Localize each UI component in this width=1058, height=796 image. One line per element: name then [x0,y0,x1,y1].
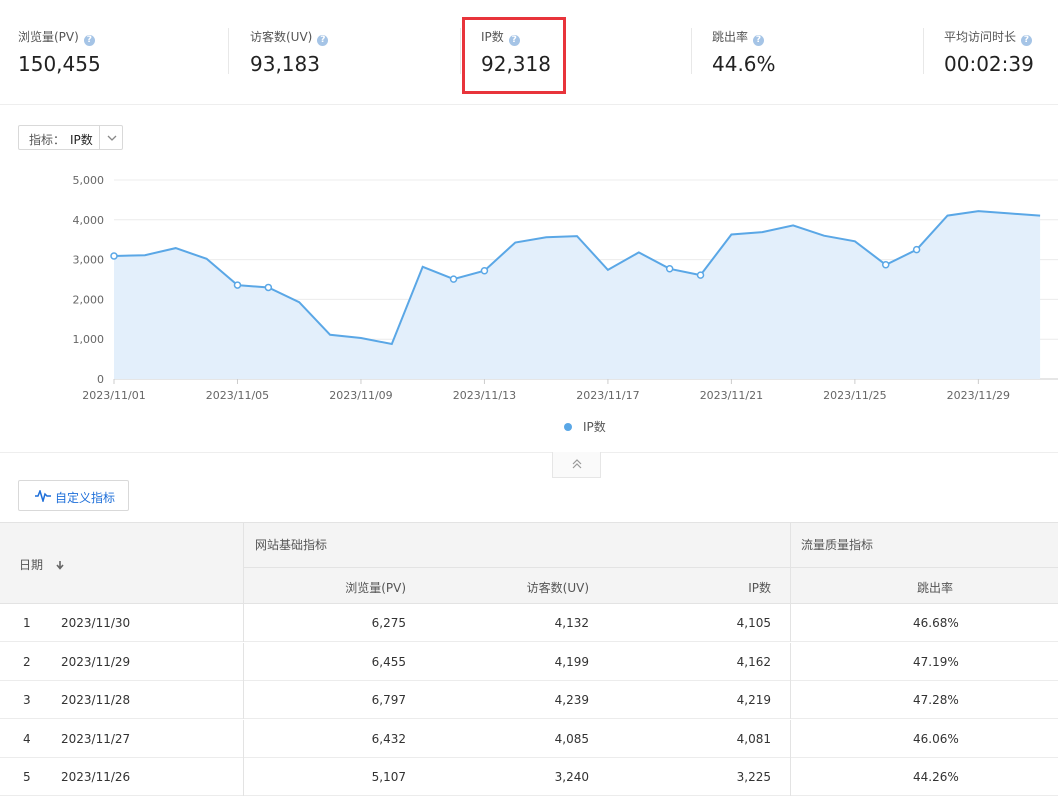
ip-trend-chart: 0 1,000 2,000 3,000 4,000 5,000 2023/11/01 2023… [73,174,1058,434]
y-tick-label: 5,000 [73,174,105,187]
row-date: 2023/11/26 [61,770,131,784]
x-tick-label: 2023/11/29 [947,389,1010,402]
double-chevron-up-icon [572,459,582,469]
y-tick-label: 1,000 [73,333,105,346]
col-ip-header[interactable]: IP数 [748,579,771,596]
data-point[interactable] [480,266,489,275]
row-bounce: 47.28% [913,693,959,707]
help-icon[interactable]: ? [753,35,765,46]
row-pv: 5,107 [371,770,406,784]
data-point[interactable] [449,275,458,283]
data-point[interactable] [912,245,921,254]
row-uv: 4,132 [554,616,589,630]
row-ip: 4,219 [736,693,771,707]
row-pv: 6,432 [371,731,406,746]
metric-selector[interactable]: 指标： IP数 [18,125,123,150]
row-bounce: 47.19% [913,654,959,669]
row-index: 3 [23,693,31,707]
table-row: 2 2023/11/29 6,455 4,199 4,162 47.19% [0,642,1058,681]
y-tick-label: 4,000 [73,214,105,227]
row-date: 2023/11/28 [61,693,131,707]
row-bounce: 44.26% [913,770,959,784]
metric-value: 93,183 [250,52,320,76]
x-tick-label: 2023/11/01 [82,389,145,402]
dropdown-toggle[interactable] [99,126,124,149]
col-bounce-header[interactable]: 跳出率 [917,579,953,596]
metric-value: 150,455 [18,52,101,76]
row-date: 2023/11/27 [61,731,131,746]
metric-value: 00:02:39 [944,52,1034,76]
data-point[interactable] [882,261,890,269]
y-tick-label: 2,000 [73,293,105,306]
row-bounce: 46.06% [913,731,959,746]
x-tick-label: 2023/11/25 [823,389,886,402]
date-header-label: 日期 [19,558,44,572]
row-pv: 6,275 [371,616,406,630]
selector-label: 指标： [29,133,66,147]
divider [691,28,692,74]
row-pv: 6,455 [371,654,406,669]
data-point[interactable] [233,281,242,289]
data-point[interactable] [665,265,674,273]
x-tick-label: 2023/11/13 [453,389,516,402]
table-row: 1 2023/11/30 6,275 4,132 4,105 46.68% [0,604,1058,642]
table-row: 5 2023/11/26 5,107 3,240 3,225 44.26% [0,758,1058,796]
table-row: 3 2023/11/28 6,797 4,239 4,219 47.28% [0,681,1058,719]
row-index: 1 [23,616,31,630]
custom-metrics-label: 自定义指标 [55,491,116,505]
row-bounce: 46.68% [913,616,959,630]
x-tick-label: 2023/11/21 [700,389,763,402]
highlight-box [462,17,566,94]
group-basic-metrics: 网站基础指标 [255,538,328,552]
x-tick-label: 2023/11/09 [329,389,392,402]
help-icon[interactable]: ? [1021,35,1033,46]
legend-label[interactable]: IP数 [583,419,606,434]
separator [0,452,1058,453]
legend-marker[interactable] [564,423,572,431]
table-row: 4 2023/11/27 6,432 4,085 4,081 46.06% [0,719,1058,758]
chevron-down-icon [107,135,117,141]
sort-down-icon[interactable] [55,560,65,570]
help-icon[interactable]: ? [317,35,329,46]
row-ip: 4,162 [736,654,771,669]
selector-value: IP数 [70,133,93,147]
divider [923,28,924,74]
y-tick-label: 3,000 [73,254,105,267]
date-header[interactable]: 日期 [19,556,65,573]
help-icon[interactable]: ? [83,35,95,46]
col-uv-header[interactable]: 访客数(UV) [527,579,589,596]
row-ip: 4,081 [736,731,771,746]
data-table: 日期 网站基础指标 流量质量指标 浏览量(PV) 访客数(UV) IP数 跳出率… [0,522,1058,796]
row-index: 2 [23,654,31,669]
divider [228,28,229,74]
collapse-chart-button[interactable] [552,452,601,478]
row-index: 5 [23,770,31,784]
group-quality-metrics: 流量质量指标 [801,538,874,552]
metric-label: 跳出率 [712,30,749,44]
custom-metrics-button[interactable]: 自定义指标 [18,480,129,511]
metric-label: 浏览量(PV) [18,30,79,44]
row-uv: 4,199 [554,654,589,669]
data-point[interactable] [110,252,118,260]
y-tick-label: 0 [97,373,104,386]
data-point[interactable] [264,283,273,292]
row-ip: 4,105 [736,616,771,630]
row-pv: 6,797 [371,693,406,707]
row-uv: 4,085 [554,731,589,746]
data-point[interactable] [696,271,705,279]
row-date: 2023/11/30 [61,616,131,630]
row-uv: 3,240 [554,770,589,784]
metric-value: 44.6% [712,52,776,76]
x-tick-label: 2023/11/17 [576,389,639,402]
x-tick-label: 2023/11/05 [206,389,269,402]
row-uv: 4,239 [554,693,589,707]
col-pv-header[interactable]: 浏览量(PV) [345,579,406,596]
row-date: 2023/11/29 [61,654,131,669]
pulse-icon [35,490,51,502]
metric-label: 平均访问时长 [944,30,1017,44]
divider [460,28,461,74]
row-index: 4 [23,731,31,746]
row-ip: 3,225 [736,770,771,784]
metric-label: 访客数(UV) [250,30,313,44]
